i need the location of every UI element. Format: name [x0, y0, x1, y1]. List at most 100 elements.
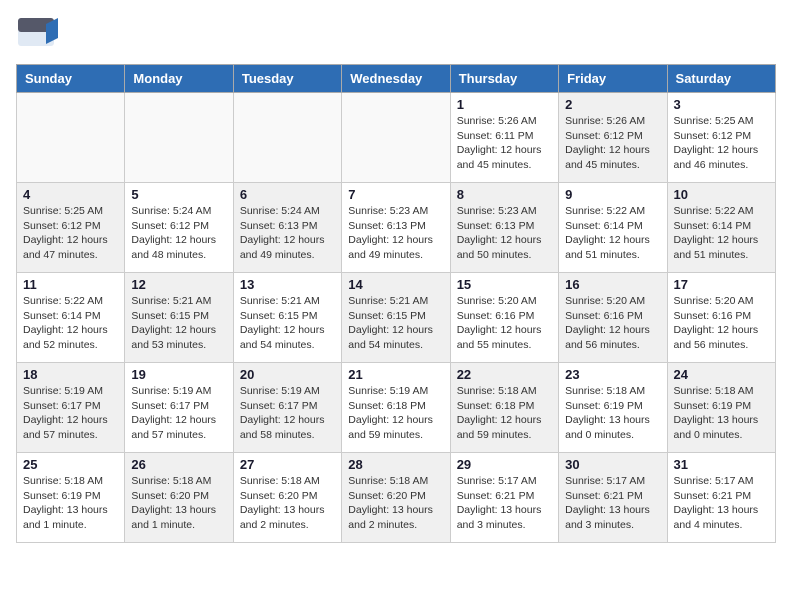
day-number: 3 — [674, 97, 769, 112]
day-number: 20 — [240, 367, 335, 382]
header — [16, 16, 776, 54]
calendar-cell: 2 Sunrise: 5:26 AM Sunset: 6:12 PM Daylig… — [559, 93, 667, 183]
day-number: 30 — [565, 457, 660, 472]
calendar-cell: 22 Sunrise: 5:18 AM Sunset: 6:18 PM Dayli… — [450, 363, 558, 453]
day-number: 31 — [674, 457, 769, 472]
day-info: Sunrise: 5:24 AM Sunset: 6:12 PM Dayligh… — [131, 204, 226, 263]
calendar-cell: 12 Sunrise: 5:21 AM Sunset: 6:15 PM Dayli… — [125, 273, 233, 363]
day-number: 17 — [674, 277, 769, 292]
day-info: Sunrise: 5:21 AM Sunset: 6:15 PM Dayligh… — [348, 294, 443, 353]
day-info: Sunrise: 5:17 AM Sunset: 6:21 PM Dayligh… — [674, 474, 769, 533]
day-number: 11 — [23, 277, 118, 292]
calendar-cell: 1Sunrise: 5:26 AM Sunset: 6:11 PM Daylig… — [450, 93, 558, 183]
calendar-cell: 25Sunrise: 5:18 AM Sunset: 6:19 PM Dayli… — [17, 453, 125, 543]
weekday-header-monday: Monday — [125, 65, 233, 93]
day-info: Sunrise: 5:18 AM Sunset: 6:20 PM Dayligh… — [240, 474, 335, 533]
day-number: 15 — [457, 277, 552, 292]
day-number: 8 — [457, 187, 552, 202]
calendar-week-5: 25Sunrise: 5:18 AM Sunset: 6:19 PM Dayli… — [17, 453, 776, 543]
weekday-header-wednesday: Wednesday — [342, 65, 450, 93]
calendar-week-4: 18 Sunrise: 5:19 AM Sunset: 6:17 PM Dayli… — [17, 363, 776, 453]
weekday-header-tuesday: Tuesday — [233, 65, 341, 93]
day-number: 12 — [131, 277, 226, 292]
calendar-cell: 7 Sunrise: 5:23 AM Sunset: 6:13 PM Daylig… — [342, 183, 450, 273]
calendar-cell: 20 Sunrise: 5:19 AM Sunset: 6:17 PM Dayli… — [233, 363, 341, 453]
day-number: 10 — [674, 187, 769, 202]
calendar-table: SundayMondayTuesdayWednesdayThursdayFrid… — [16, 64, 776, 543]
calendar-cell: 31 Sunrise: 5:17 AM Sunset: 6:21 PM Dayli… — [667, 453, 775, 543]
calendar-cell: 10 Sunrise: 5:22 AM Sunset: 6:14 PM Dayli… — [667, 183, 775, 273]
day-info: Sunrise: 5:19 AM Sunset: 6:17 PM Dayligh… — [240, 384, 335, 443]
day-number: 29 — [457, 457, 552, 472]
calendar-cell — [342, 93, 450, 183]
calendar-cell: 21 Sunrise: 5:19 AM Sunset: 6:18 PM Dayli… — [342, 363, 450, 453]
day-number: 6 — [240, 187, 335, 202]
day-info: Sunrise: 5:24 AM Sunset: 6:13 PM Dayligh… — [240, 204, 335, 263]
calendar-cell: 13Sunrise: 5:21 AM Sunset: 6:15 PM Dayli… — [233, 273, 341, 363]
calendar-cell: 29 Sunrise: 5:17 AM Sunset: 6:21 PM Dayli… — [450, 453, 558, 543]
day-number: 22 — [457, 367, 552, 382]
calendar-cell: 8 Sunrise: 5:23 AM Sunset: 6:13 PM Daylig… — [450, 183, 558, 273]
calendar-cell: 18 Sunrise: 5:19 AM Sunset: 6:17 PM Dayli… — [17, 363, 125, 453]
day-number: 9 — [565, 187, 660, 202]
day-info: Sunrise: 5:20 AM Sunset: 6:16 PM Dayligh… — [565, 294, 660, 353]
calendar-cell: 14 Sunrise: 5:21 AM Sunset: 6:15 PM Dayli… — [342, 273, 450, 363]
calendar-cell — [233, 93, 341, 183]
day-number: 26 — [131, 457, 226, 472]
calendar-cell: 24 Sunrise: 5:18 AM Sunset: 6:19 PM Dayli… — [667, 363, 775, 453]
day-info: Sunrise: 5:22 AM Sunset: 6:14 PM Dayligh… — [674, 204, 769, 263]
day-info: Sunrise: 5:18 AM Sunset: 6:18 PM Dayligh… — [457, 384, 552, 443]
day-info: Sunrise: 5:26 AM Sunset: 6:11 PM Dayligh… — [457, 114, 552, 173]
calendar-week-1: 1Sunrise: 5:26 AM Sunset: 6:11 PM Daylig… — [17, 93, 776, 183]
day-number: 7 — [348, 187, 443, 202]
calendar-cell: 11 Sunrise: 5:22 AM Sunset: 6:14 PM Dayli… — [17, 273, 125, 363]
calendar-cell: 23Sunrise: 5:18 AM Sunset: 6:19 PM Dayli… — [559, 363, 667, 453]
logo-icon — [16, 16, 58, 54]
day-number: 13 — [240, 277, 335, 292]
day-info: Sunrise: 5:18 AM Sunset: 6:19 PM Dayligh… — [565, 384, 660, 443]
day-info: Sunrise: 5:25 AM Sunset: 6:12 PM Dayligh… — [23, 204, 118, 263]
day-number: 27 — [240, 457, 335, 472]
calendar-cell: 9Sunrise: 5:22 AM Sunset: 6:14 PM Daylig… — [559, 183, 667, 273]
day-number: 21 — [348, 367, 443, 382]
day-info: Sunrise: 5:23 AM Sunset: 6:13 PM Dayligh… — [348, 204, 443, 263]
day-number: 4 — [23, 187, 118, 202]
day-info: Sunrise: 5:17 AM Sunset: 6:21 PM Dayligh… — [457, 474, 552, 533]
day-info: Sunrise: 5:18 AM Sunset: 6:20 PM Dayligh… — [131, 474, 226, 533]
calendar-cell: 27 Sunrise: 5:18 AM Sunset: 6:20 PM Dayli… — [233, 453, 341, 543]
day-info: Sunrise: 5:19 AM Sunset: 6:17 PM Dayligh… — [131, 384, 226, 443]
day-info: Sunrise: 5:18 AM Sunset: 6:20 PM Dayligh… — [348, 474, 443, 533]
day-info: Sunrise: 5:21 AM Sunset: 6:15 PM Dayligh… — [131, 294, 226, 353]
weekday-header-friday: Friday — [559, 65, 667, 93]
calendar-cell: 16 Sunrise: 5:20 AM Sunset: 6:16 PM Dayli… — [559, 273, 667, 363]
calendar-cell: 19 Sunrise: 5:19 AM Sunset: 6:17 PM Dayli… — [125, 363, 233, 453]
day-number: 24 — [674, 367, 769, 382]
weekday-header-saturday: Saturday — [667, 65, 775, 93]
day-number: 28 — [348, 457, 443, 472]
calendar-cell — [125, 93, 233, 183]
day-info: Sunrise: 5:23 AM Sunset: 6:13 PM Dayligh… — [457, 204, 552, 263]
calendar-week-3: 11 Sunrise: 5:22 AM Sunset: 6:14 PM Dayli… — [17, 273, 776, 363]
calendar-cell: 6 Sunrise: 5:24 AM Sunset: 6:13 PM Daylig… — [233, 183, 341, 273]
weekday-header-sunday: Sunday — [17, 65, 125, 93]
day-number: 18 — [23, 367, 118, 382]
day-info: Sunrise: 5:22 AM Sunset: 6:14 PM Dayligh… — [23, 294, 118, 353]
calendar-cell: 26 Sunrise: 5:18 AM Sunset: 6:20 PM Dayli… — [125, 453, 233, 543]
calendar-cell: 17 Sunrise: 5:20 AM Sunset: 6:16 PM Dayli… — [667, 273, 775, 363]
day-info: Sunrise: 5:19 AM Sunset: 6:18 PM Dayligh… — [348, 384, 443, 443]
day-info: Sunrise: 5:20 AM Sunset: 6:16 PM Dayligh… — [674, 294, 769, 353]
day-number: 5 — [131, 187, 226, 202]
day-number: 16 — [565, 277, 660, 292]
day-number: 2 — [565, 97, 660, 112]
day-info: Sunrise: 5:25 AM Sunset: 6:12 PM Dayligh… — [674, 114, 769, 173]
weekday-header-row: SundayMondayTuesdayWednesdayThursdayFrid… — [17, 65, 776, 93]
day-number: 19 — [131, 367, 226, 382]
day-info: Sunrise: 5:18 AM Sunset: 6:19 PM Dayligh… — [23, 474, 118, 533]
day-info: Sunrise: 5:26 AM Sunset: 6:12 PM Dayligh… — [565, 114, 660, 173]
day-info: Sunrise: 5:17 AM Sunset: 6:21 PM Dayligh… — [565, 474, 660, 533]
day-info: Sunrise: 5:19 AM Sunset: 6:17 PM Dayligh… — [23, 384, 118, 443]
calendar-cell: 30 Sunrise: 5:17 AM Sunset: 6:21 PM Dayli… — [559, 453, 667, 543]
day-info: Sunrise: 5:18 AM Sunset: 6:19 PM Dayligh… — [674, 384, 769, 443]
day-number: 14 — [348, 277, 443, 292]
calendar-cell: 5 Sunrise: 5:24 AM Sunset: 6:12 PM Daylig… — [125, 183, 233, 273]
